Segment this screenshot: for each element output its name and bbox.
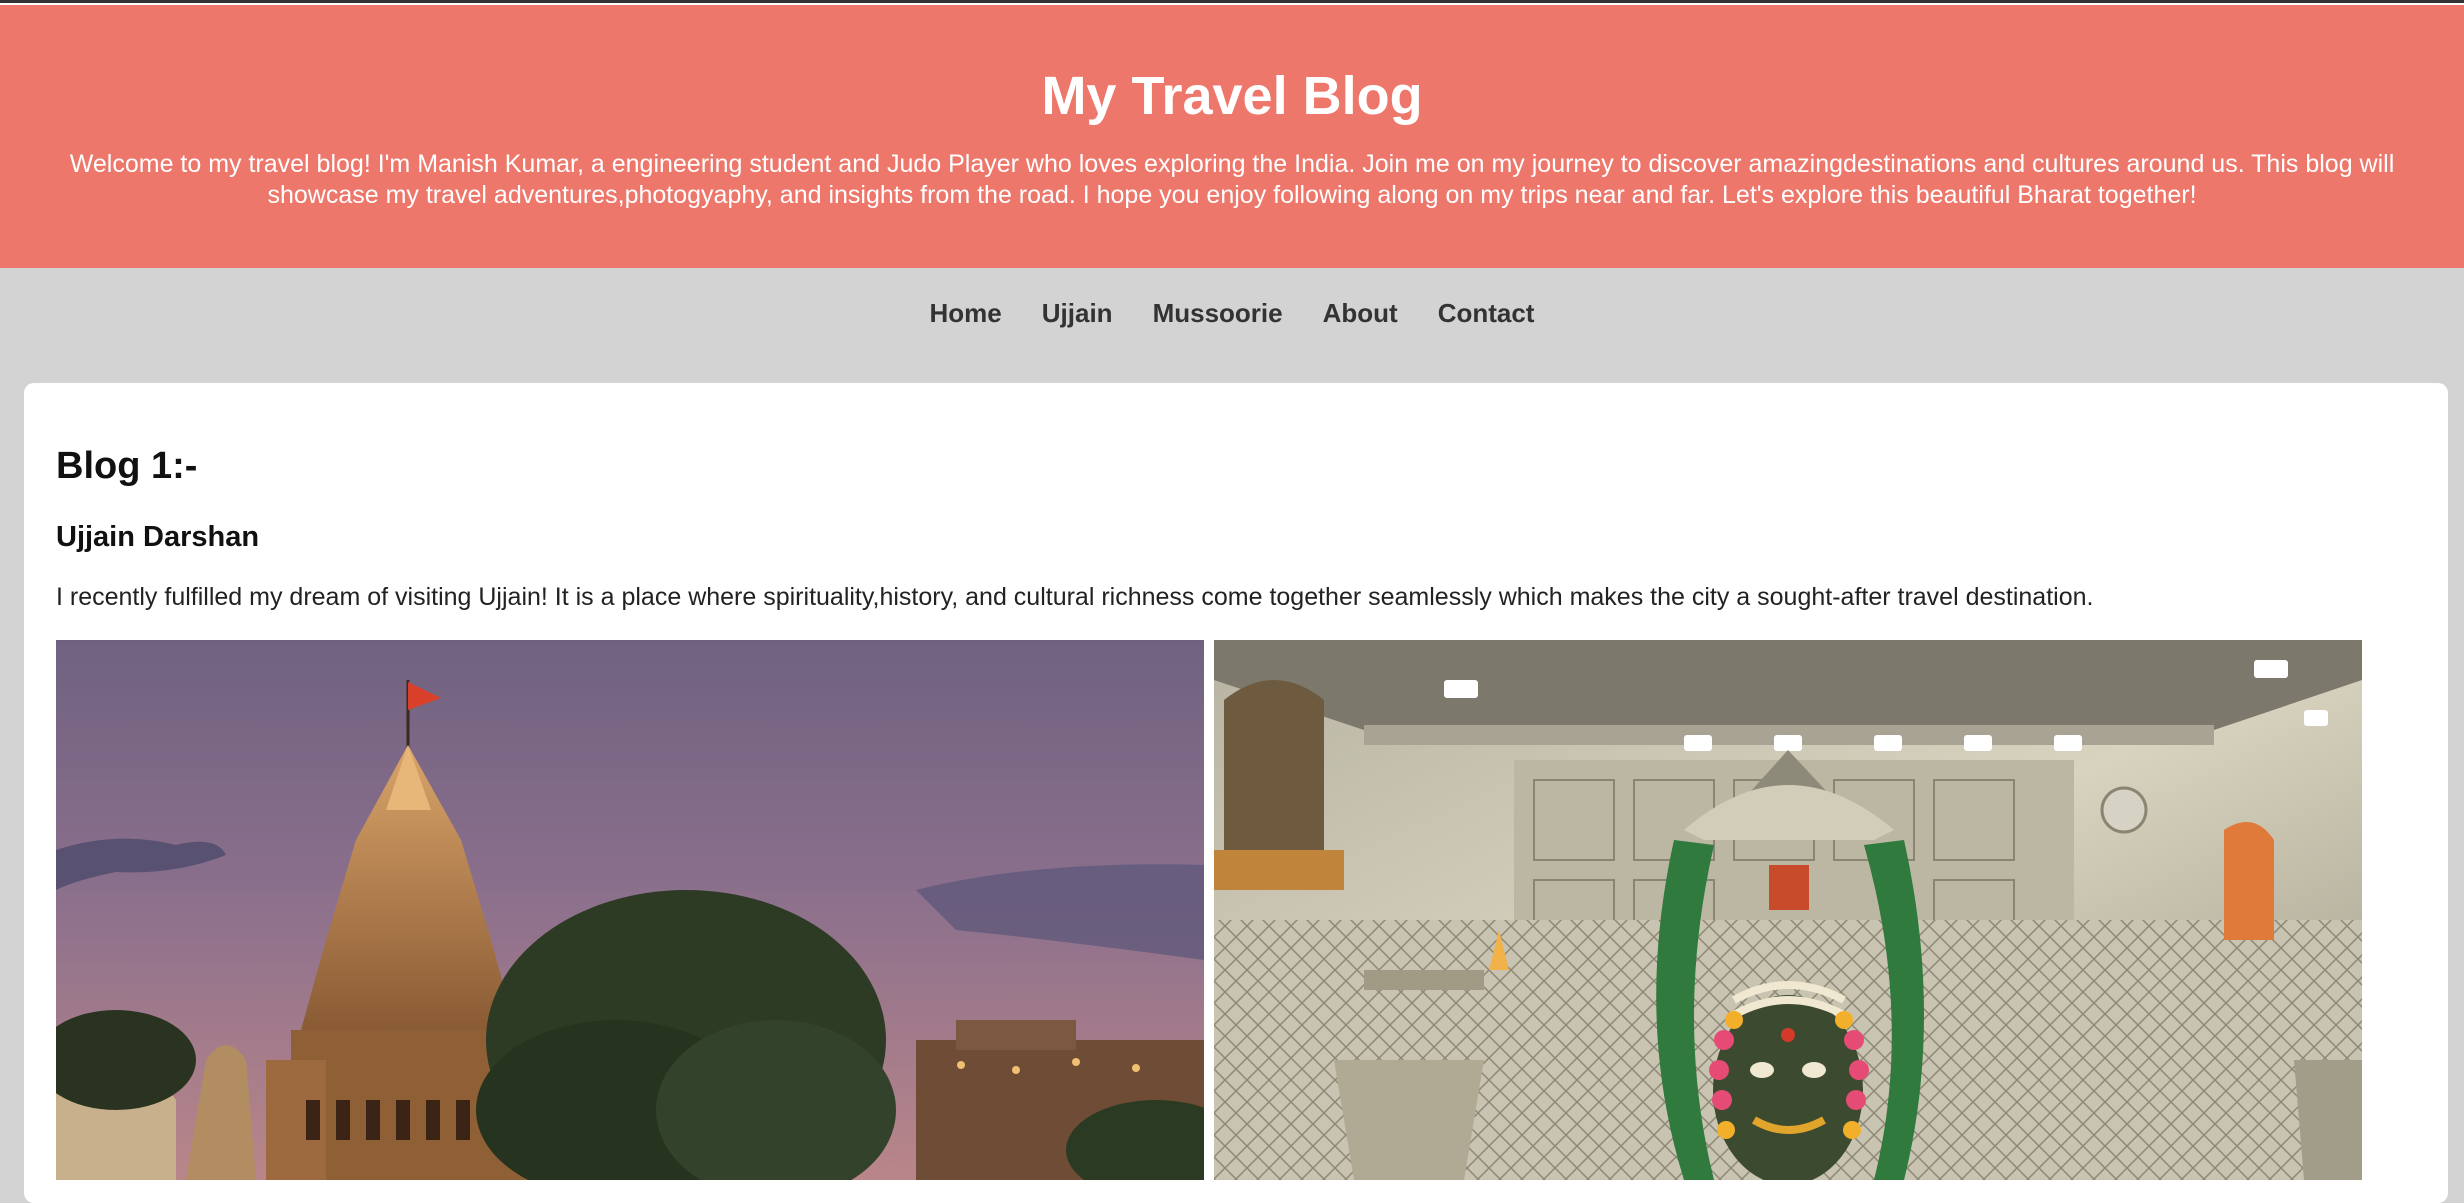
- nav-mussoorie-link[interactable]: Mussoorie: [1153, 295, 1283, 331]
- site-intro: Welcome to my travel blog! I'm Manish Ku…: [69, 150, 2395, 209]
- post-subheading: Ujjain Darshan: [56, 521, 260, 553]
- post-heading: Blog 1:-: [56, 445, 198, 487]
- nav-home-link[interactable]: Home: [930, 295, 1002, 331]
- nav-ujjain-link[interactable]: Ujjain: [1042, 295, 1113, 331]
- nav-contact-link[interactable]: Contact: [1438, 295, 1535, 331]
- temple-exterior-photo: [56, 640, 1204, 1180]
- site-header: My Travel Blog Welcome to my travel blog…: [0, 5, 2464, 268]
- nav-about-link[interactable]: About: [1323, 295, 1398, 331]
- temple-sanctum-photo: [1214, 640, 2362, 1180]
- main-nav: Home Ujjain Mussoorie About Contact: [0, 268, 2464, 381]
- blog-post-card: Blog 1:- Ujjain Darshan I recently fulfi…: [24, 383, 2448, 1203]
- post-body: I recently fulfilled my dream of visitin…: [56, 583, 2094, 611]
- site-title: My Travel Blog: [1041, 66, 1423, 126]
